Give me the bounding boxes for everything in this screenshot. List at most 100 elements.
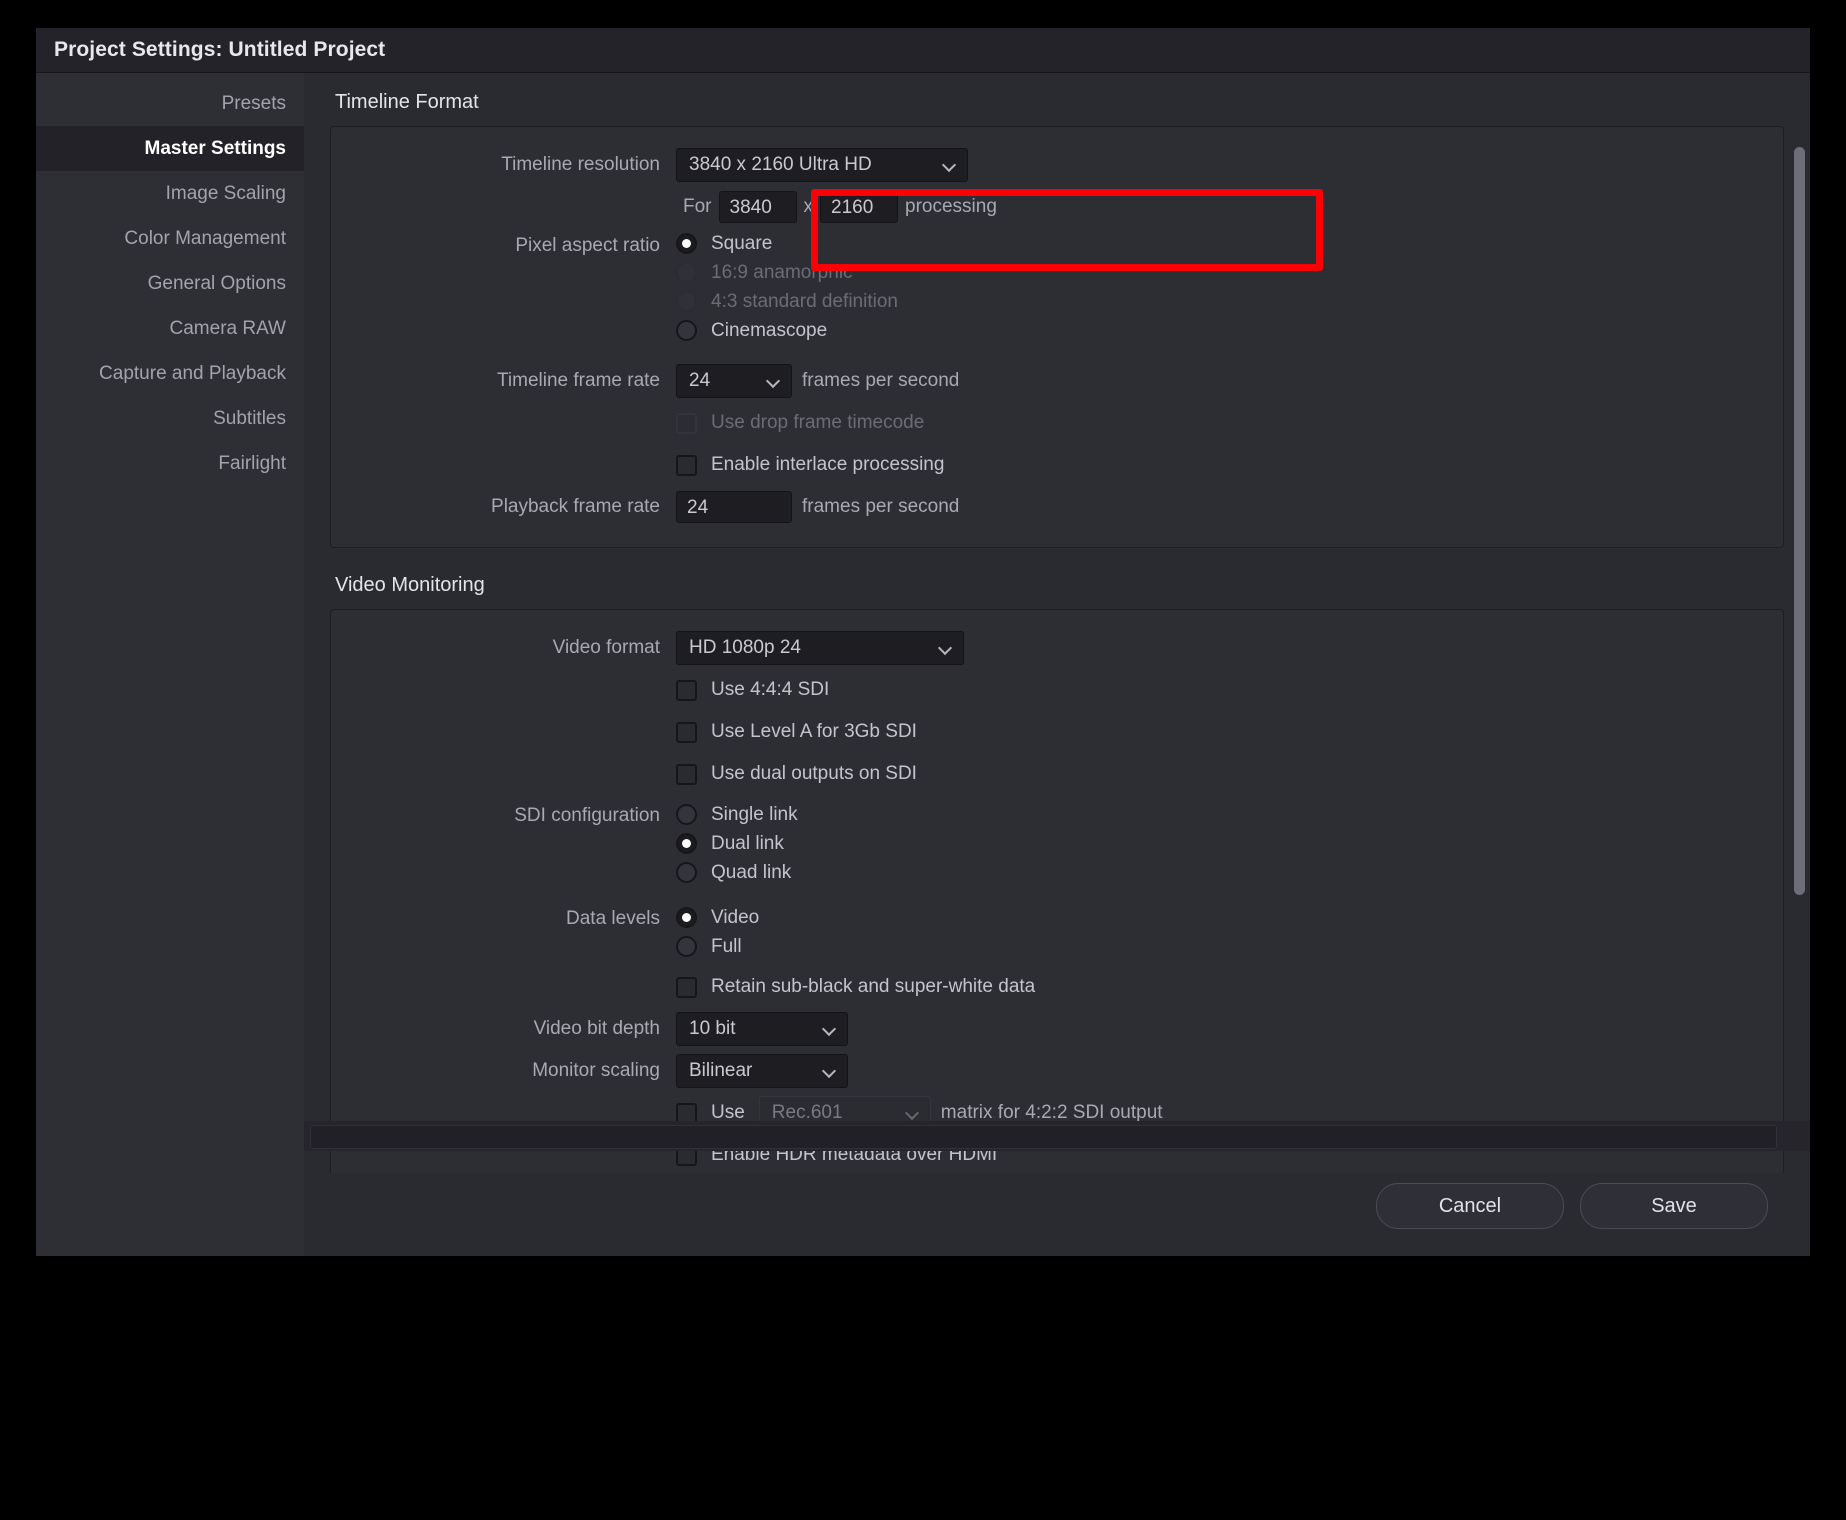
sdi-configuration-group: Single link Dual link Quad link bbox=[676, 800, 798, 887]
sidebar-item-image-scaling[interactable]: Image Scaling bbox=[36, 171, 304, 216]
radio-icon[interactable] bbox=[676, 804, 697, 825]
enable-interlace-processing-label: Enable interlace processing bbox=[711, 454, 944, 476]
sidebar-item-subtitles[interactable]: Subtitles bbox=[36, 396, 304, 441]
use-444-spacer bbox=[331, 679, 676, 701]
timeline-resolution-select[interactable]: 3840 x 2160 Ultra HD bbox=[676, 148, 968, 182]
radio-icon[interactable] bbox=[676, 262, 697, 283]
sidebar-item-presets[interactable]: Presets bbox=[36, 81, 304, 126]
use-level-a-3gb-sdi-row: Use Level A for 3Gb SDI bbox=[331, 712, 1783, 752]
option-label: Dual link bbox=[711, 833, 784, 855]
timeline-resolution-label: Timeline resolution bbox=[331, 154, 676, 176]
checkbox-icon[interactable] bbox=[676, 455, 697, 476]
radio-icon[interactable] bbox=[676, 320, 697, 341]
sdi-option-single-link[interactable]: Single link bbox=[676, 800, 798, 829]
radio-icon[interactable] bbox=[676, 936, 697, 957]
sidebar-item-general-options[interactable]: General Options bbox=[36, 261, 304, 306]
chevron-down-icon bbox=[906, 1106, 920, 1120]
use-444-sdi-checkbox-group[interactable]: Use 4:4:4 SDI bbox=[676, 679, 829, 701]
for-processing-spacer bbox=[331, 196, 676, 218]
settings-content: Timeline Format Timeline resolution 3840… bbox=[304, 73, 1810, 1256]
use-level-a-3gb-sdi-checkbox-group[interactable]: Use Level A for 3Gb SDI bbox=[676, 721, 917, 743]
checkbox-icon[interactable] bbox=[676, 680, 697, 701]
option-label: Full bbox=[711, 936, 742, 958]
radio-icon[interactable] bbox=[676, 233, 697, 254]
timeline-frame-rate-select[interactable]: 24 bbox=[676, 364, 792, 398]
option-label: Cinemascope bbox=[711, 320, 827, 342]
use-dual-outputs-sdi-checkbox-group[interactable]: Use dual outputs on SDI bbox=[676, 763, 917, 785]
sdi-option-quad-link[interactable]: Quad link bbox=[676, 858, 798, 887]
for-separator-label: x bbox=[804, 196, 814, 218]
radio-icon[interactable] bbox=[676, 833, 697, 854]
data-levels-option-full[interactable]: Full bbox=[676, 932, 759, 961]
for-height-input[interactable]: 2160 bbox=[820, 191, 898, 223]
timeline-format-panel: Timeline resolution 3840 x 2160 Ultra HD bbox=[330, 126, 1784, 548]
horizontal-scrollbar-thumb[interactable] bbox=[310, 1125, 1777, 1149]
checkbox-icon[interactable] bbox=[676, 413, 697, 434]
sidebar-item-master-settings[interactable]: Master Settings bbox=[36, 126, 304, 171]
drop-frame-spacer bbox=[331, 412, 676, 434]
sidebar-item-camera-raw[interactable]: Camera RAW bbox=[36, 306, 304, 351]
use-dual-outputs-sdi-row: Use dual outputs on SDI bbox=[331, 754, 1783, 794]
pixel-aspect-ratio-row: Pixel aspect ratio Square 16:9 anamorphi… bbox=[331, 229, 1783, 345]
save-button[interactable]: Save bbox=[1580, 1183, 1768, 1229]
use-level-a-3gb-sdi-label: Use Level A for 3Gb SDI bbox=[711, 721, 917, 743]
checkbox-icon[interactable] bbox=[676, 764, 697, 785]
vertical-scrollbar[interactable] bbox=[1792, 133, 1806, 1233]
dialog-body: Presets Master Settings Image Scaling Co… bbox=[36, 73, 1810, 1256]
interlace-spacer bbox=[331, 454, 676, 476]
dialog-title: Project Settings: Untitled Project bbox=[54, 38, 385, 62]
pixel-aspect-option-16-9-anamorphic[interactable]: 16:9 anamorphic bbox=[676, 258, 898, 287]
timeline-frame-rate-value: 24 bbox=[689, 370, 710, 392]
retain-sub-black-checkbox-group[interactable]: Retain sub-black and super-white data bbox=[676, 976, 1035, 998]
checkbox-icon[interactable] bbox=[676, 722, 697, 743]
horizontal-scrollbar[interactable] bbox=[304, 1121, 1810, 1151]
chevron-down-icon bbox=[767, 374, 781, 388]
sidebar-item-label: Camera RAW bbox=[170, 318, 286, 340]
timeline-resolution-row: Timeline resolution 3840 x 2160 Ultra HD bbox=[331, 145, 1783, 185]
for-width-input[interactable]: 3840 bbox=[719, 191, 797, 223]
project-settings-dialog: Project Settings: Untitled Project Prese… bbox=[36, 28, 1810, 1256]
pixel-aspect-option-4-3-standard-definition[interactable]: 4:3 standard definition bbox=[676, 287, 898, 316]
timeline-frame-rate-suffix: frames per second bbox=[802, 370, 959, 392]
monitor-scaling-row: Monitor scaling Bilinear bbox=[331, 1051, 1783, 1091]
sidebar-item-fairlight[interactable]: Fairlight bbox=[36, 441, 304, 486]
cancel-button[interactable]: Cancel bbox=[1376, 1183, 1564, 1229]
for-suffix-label: processing bbox=[905, 196, 997, 218]
playback-frame-rate-input[interactable]: 24 bbox=[676, 491, 792, 523]
sidebar-item-label: Color Management bbox=[124, 228, 286, 250]
radio-icon[interactable] bbox=[676, 291, 697, 312]
checkbox-icon[interactable] bbox=[676, 977, 697, 998]
chevron-down-icon bbox=[823, 1064, 837, 1078]
vertical-scrollbar-thumb[interactable] bbox=[1794, 147, 1805, 895]
pixel-aspect-option-cinemascope[interactable]: Cinemascope bbox=[676, 316, 898, 345]
radio-icon[interactable] bbox=[676, 907, 697, 928]
sidebar-item-capture-and-playback[interactable]: Capture and Playback bbox=[36, 351, 304, 396]
radio-icon[interactable] bbox=[676, 862, 697, 883]
video-format-select[interactable]: HD 1080p 24 bbox=[676, 631, 964, 665]
sdi-configuration-row: SDI configuration Single link Dual link bbox=[331, 800, 1783, 887]
monitor-scaling-label: Monitor scaling bbox=[331, 1060, 676, 1082]
option-label: 16:9 anamorphic bbox=[711, 262, 853, 284]
data-levels-option-video[interactable]: Video bbox=[676, 903, 759, 932]
sidebar-item-color-management[interactable]: Color Management bbox=[36, 216, 304, 261]
chevron-down-icon bbox=[943, 158, 957, 172]
video-bit-depth-row: Video bit depth 10 bit bbox=[331, 1009, 1783, 1049]
video-monitoring-panel: Video format HD 1080p 24 bbox=[330, 609, 1784, 1173]
sdi-option-dual-link[interactable]: Dual link bbox=[676, 829, 798, 858]
sidebar-item-label: Master Settings bbox=[145, 138, 286, 160]
video-bit-depth-select[interactable]: 10 bit bbox=[676, 1012, 848, 1046]
timeline-resolution-value: 3840 x 2160 Ultra HD bbox=[689, 154, 872, 176]
level-a-spacer bbox=[331, 721, 676, 743]
use-dual-outputs-sdi-label: Use dual outputs on SDI bbox=[711, 763, 917, 785]
video-format-row: Video format HD 1080p 24 bbox=[331, 628, 1783, 668]
playback-frame-rate-row: Playback frame rate 24 frames per second bbox=[331, 487, 1783, 527]
video-format-value: HD 1080p 24 bbox=[689, 637, 801, 659]
pixel-aspect-option-square[interactable]: Square bbox=[676, 229, 898, 258]
use-444-sdi-row: Use 4:4:4 SDI bbox=[331, 670, 1783, 710]
monitor-scaling-select[interactable]: Bilinear bbox=[676, 1054, 848, 1088]
sidebar-item-label: Capture and Playback bbox=[99, 363, 286, 385]
for-processing-row: For 3840 x 2160 processing bbox=[331, 187, 1783, 227]
sidebar-item-label: Fairlight bbox=[218, 453, 286, 475]
enable-interlace-processing-checkbox-group[interactable]: Enable interlace processing bbox=[676, 454, 944, 476]
use-drop-frame-timecode-checkbox-group[interactable]: Use drop frame timecode bbox=[676, 412, 924, 434]
